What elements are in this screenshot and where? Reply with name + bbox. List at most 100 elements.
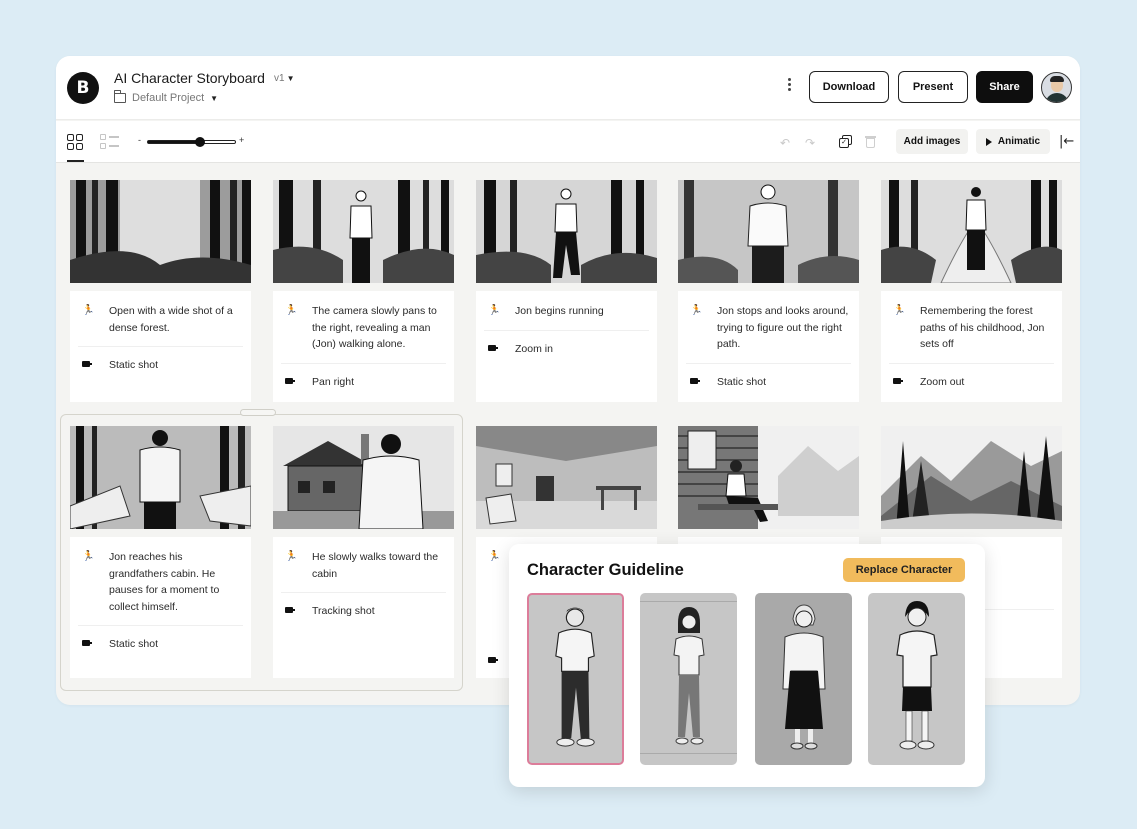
frame-camera-text: Static shot: [109, 359, 159, 371]
scene-illustration: [476, 426, 657, 529]
scene-illustration: [273, 180, 454, 283]
frame-description[interactable]: 🏃 He slowly walks toward the cabin Trackin…: [273, 537, 454, 678]
action-icon: 🏃: [82, 305, 95, 316]
camera-icon: [285, 603, 295, 620]
scene-illustration: [70, 180, 251, 283]
scene-illustration: [476, 180, 657, 283]
play-icon: [985, 137, 992, 146]
logo[interactable]: B: [67, 72, 99, 104]
action-icon: 🏃: [690, 305, 703, 316]
character-option-boy[interactable]: [868, 593, 965, 765]
slider-knob[interactable]: [195, 137, 206, 147]
slider-fill: [148, 141, 201, 143]
divider: [281, 362, 446, 364]
camera-icon: [488, 341, 498, 358]
frame-thumbnail[interactable]: [70, 180, 251, 283]
action-icon: 🏃: [285, 551, 298, 562]
frame-thumbnail[interactable]: [678, 180, 859, 283]
frame-thumbnail[interactable]: [881, 426, 1062, 529]
frame-camera-text: Tracking shot: [312, 605, 375, 617]
divider: [889, 362, 1054, 364]
frame-camera-text: Pan right: [312, 375, 355, 388]
frame-action-text: Open with a wide shot of a dense forest.: [109, 305, 233, 334]
frame-action-text: He slowly walks toward the cabin: [312, 551, 439, 580]
camera-icon: [285, 374, 295, 391]
divider: [281, 592, 446, 593]
replace-character-button[interactable]: Replace Character: [843, 558, 965, 582]
frame-description[interactable]: 🏃 Open with a wide shot of a dense forest…: [70, 291, 251, 402]
page-title: AI Character Storyboard: [114, 70, 265, 86]
trash-icon[interactable]: [865, 135, 876, 148]
character-guideline-panel: Character Guideline Replace Character: [509, 544, 985, 787]
frame-description[interactable]: 🏃 The camera slowly pans to the right, re…: [273, 291, 454, 402]
divider: [78, 346, 243, 347]
scene-illustration: [881, 426, 1062, 529]
action-icon: 🏃: [488, 305, 501, 316]
frame-description[interactable]: 🏃 Jon stops and looks around, trying to f…: [678, 291, 859, 402]
version-label: v1: [274, 73, 285, 84]
undo-icon[interactable]: ↶: [780, 136, 790, 150]
camera-icon: [82, 357, 92, 374]
frame-thumbnail[interactable]: [70, 426, 251, 529]
scene-illustration: [881, 180, 1062, 283]
divider: [686, 362, 851, 364]
character-option-young-man[interactable]: [527, 593, 624, 765]
zoom-in-icon[interactable]: +: [239, 135, 244, 145]
zoom-slider[interactable]: - +: [138, 135, 248, 149]
action-icon: 🏃: [285, 305, 298, 316]
frame-camera-text: Zoom in: [515, 342, 553, 355]
camera-icon: [690, 374, 700, 391]
frame-thumbnail[interactable]: [881, 180, 1062, 283]
zoom-out-icon[interactable]: -: [138, 135, 141, 145]
panel-title: Character Guideline: [527, 561, 684, 579]
project-name: Default Project: [132, 92, 205, 104]
share-button[interactable]: Share: [976, 71, 1033, 103]
more-options-icon[interactable]: [784, 78, 794, 93]
animatic-button[interactable]: Animatic: [976, 129, 1050, 154]
grid-view-icon[interactable]: [67, 134, 83, 150]
camera-icon: [82, 636, 92, 653]
toolbar: - + ↶ ↷ ✓ Add images Animatic |←: [56, 121, 1080, 163]
collapse-panel-icon[interactable]: |←: [1059, 134, 1074, 149]
project-dropdown[interactable]: Default Project ▼: [113, 90, 219, 104]
folder-icon: [113, 90, 126, 103]
present-button[interactable]: Present: [898, 71, 968, 103]
frame-action-text: The camera slowly pans to the right, rev…: [312, 305, 437, 350]
action-icon: 🏃: [82, 551, 95, 562]
scene-illustration: [273, 426, 454, 529]
selection-handle[interactable]: [240, 409, 276, 416]
frame-thumbnail[interactable]: [273, 180, 454, 283]
header: B AI Character Storyboard v1 ▼ Default Pr…: [56, 56, 1080, 120]
select-all-icon[interactable]: ✓: [839, 135, 852, 148]
frame-camera-text: Zoom out: [920, 375, 965, 388]
chevron-down-icon: ▼: [210, 93, 219, 103]
frame-thumbnail[interactable]: [678, 426, 859, 529]
frame-camera-text: Static shot: [717, 375, 767, 388]
divider: [78, 625, 243, 626]
frame-thumbnail[interactable]: [476, 180, 657, 283]
frame-description[interactable]: 🏃 Jon reaches his grandfathers cabin. He …: [70, 537, 251, 678]
action-icon: 🏃: [488, 551, 501, 562]
animatic-label: Animatic: [997, 136, 1041, 147]
scene-illustration: [70, 426, 251, 529]
camera-icon: [893, 374, 903, 391]
add-images-button[interactable]: Add images: [896, 129, 968, 154]
version-dropdown[interactable]: v1 ▼: [274, 73, 294, 84]
avatar[interactable]: [1041, 72, 1072, 103]
frame-thumbnail[interactable]: [273, 426, 454, 529]
scene-illustration: [678, 180, 859, 283]
slider-track[interactable]: [147, 137, 236, 147]
frame-action-text: Jon begins running: [515, 305, 604, 317]
character-option-older-woman[interactable]: [755, 593, 852, 765]
download-button[interactable]: Download: [809, 71, 889, 103]
frame-description[interactable]: 🏃 Remembering the forest paths of his chi…: [881, 291, 1062, 402]
frame-action-text: Jon stops and looks around, trying to fi…: [717, 305, 849, 350]
frame-action-text: Remembering the forest paths of his chil…: [920, 305, 1045, 350]
frame-thumbnail[interactable]: [476, 426, 657, 529]
list-view-icon[interactable]: [100, 134, 120, 150]
frame-description[interactable]: 🏃 Jon begins running Zoom in: [476, 291, 657, 402]
character-option-young-woman[interactable]: [640, 593, 737, 765]
active-view-indicator: [67, 160, 84, 162]
redo-icon[interactable]: ↷: [805, 136, 815, 150]
camera-icon: [488, 653, 498, 670]
